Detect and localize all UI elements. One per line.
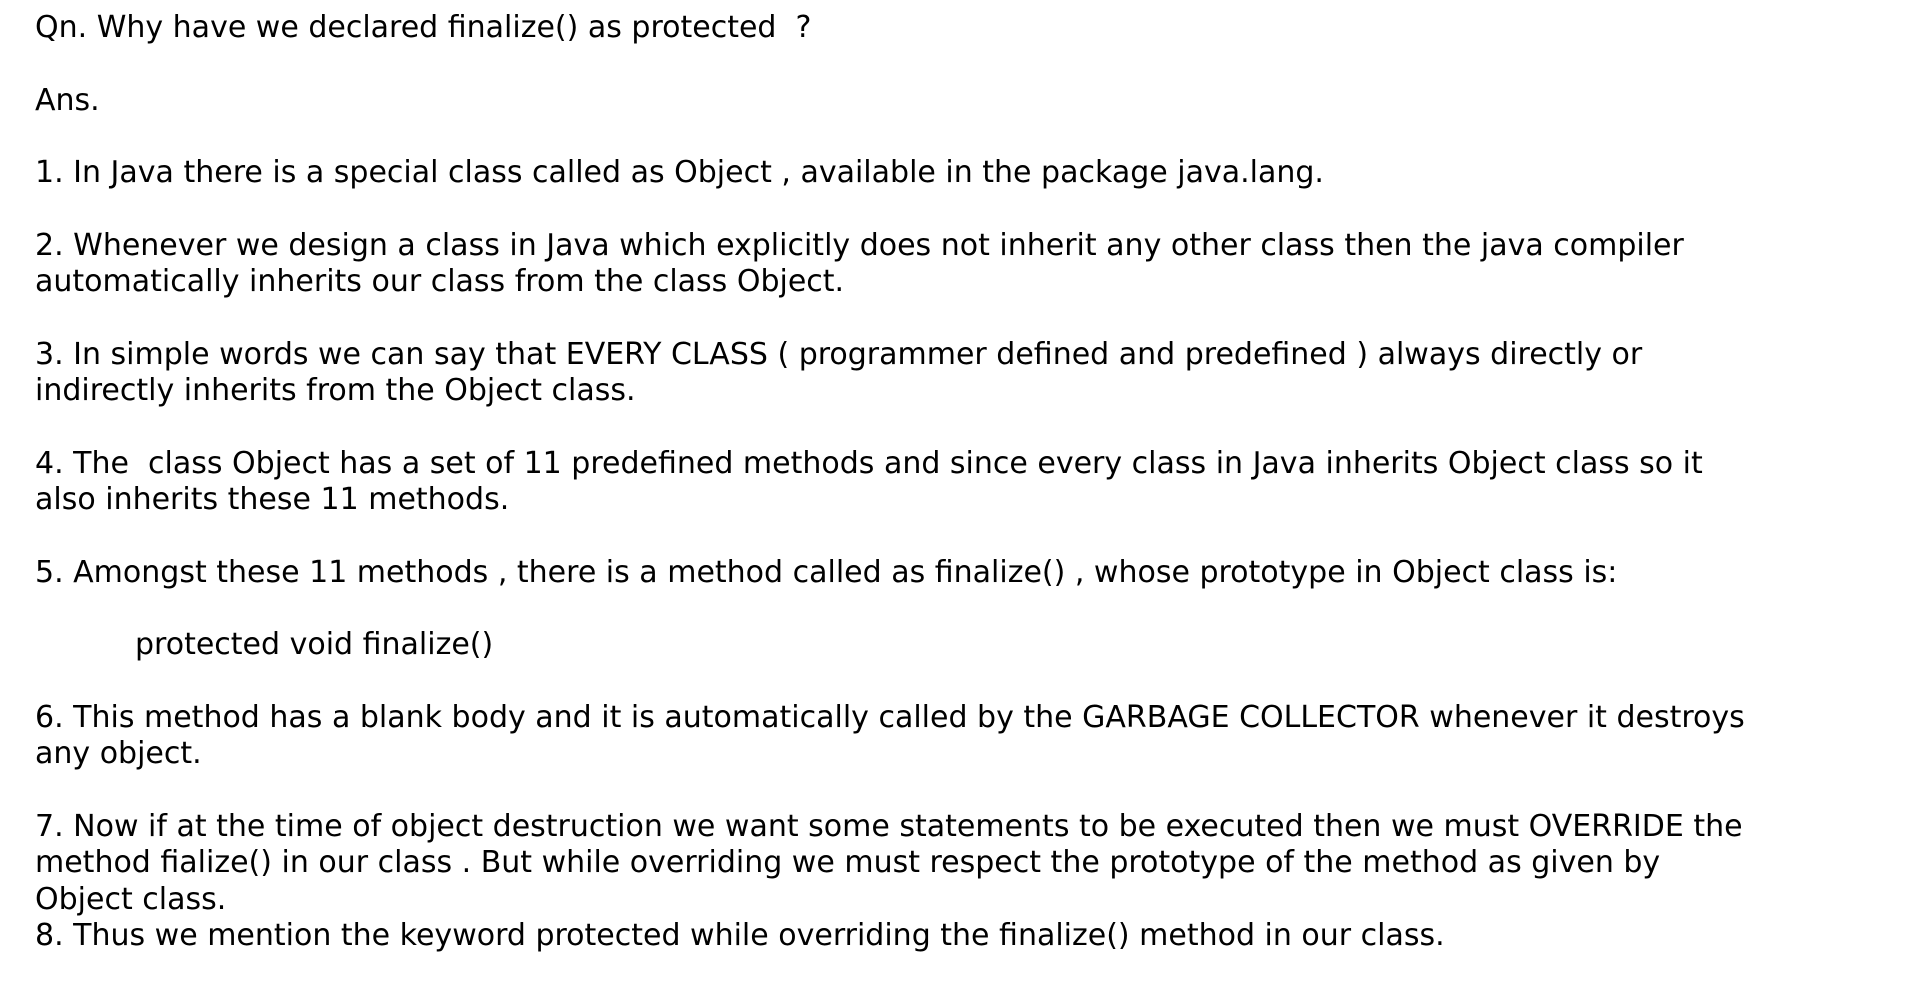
prototype-code: protected void finalize(): [135, 627, 494, 662]
point-7-line-3: Object class.: [35, 881, 227, 917]
point-4-line-2: also inherits these 11 methods.: [35, 482, 510, 517]
point-3-line-2: indirectly inherits from the Object clas…: [35, 373, 636, 408]
point-4-line-1: 4. The class Object has a set of 11 pred…: [35, 445, 1703, 481]
point-6-line-2: any object.: [35, 736, 202, 771]
point-5-line-1: 5. Amongst these 11 methods , there is a…: [35, 554, 1618, 590]
point-8-line-1: 8. Thus we mention the keyword protected…: [35, 918, 1445, 953]
point-7-line-2: method fialize() in our class . But whil…: [35, 845, 1661, 880]
point-6-line-1: 6. This method has a blank body and it i…: [35, 699, 1745, 735]
point-2-line-1: 2. Whenever we design a class in Java wh…: [35, 227, 1684, 263]
question-heading: Qn. Why have we declared finalize() as p…: [35, 10, 812, 45]
point-1-line-1: 1. In Java there is a special class call…: [35, 155, 1324, 190]
point-3-line-1: 3. In simple words we can say that EVERY…: [35, 336, 1643, 372]
point-7-line-1: 7. Now if at the time of object destruct…: [35, 808, 1743, 844]
answer-label: Ans.: [35, 82, 100, 118]
point-2-line-2: automatically inherits our class from th…: [35, 264, 845, 299]
document-body: Qn. Why have we declared finalize() as p…: [35, 10, 1895, 955]
